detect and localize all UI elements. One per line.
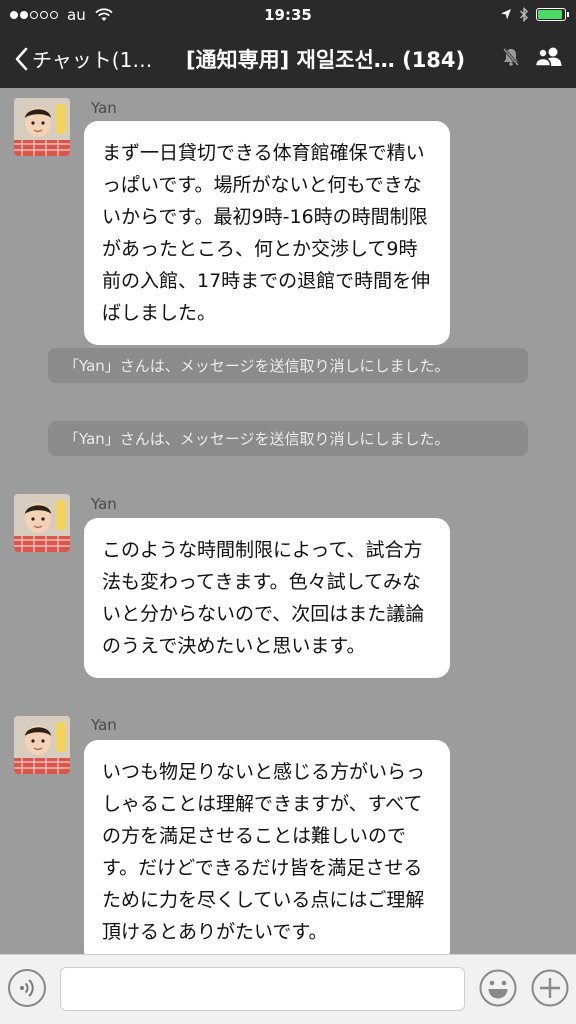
- battery-icon: [536, 8, 569, 21]
- message-bubble[interactable]: このような時間制限によって、試合方法も変わってきます。色々試してみないと分からな…: [84, 518, 450, 678]
- bluetooth-icon: [520, 7, 528, 22]
- group-members-icon[interactable]: [534, 46, 564, 68]
- message-bubble[interactable]: まず一日貸切できる体育館確保で精いっぱいです。場所がないと何もできないからです。…: [84, 121, 450, 345]
- system-notice: 「Yan」さんは、メッセージを送信取り消しにしました。: [48, 421, 528, 456]
- voice-input-button[interactable]: [8, 969, 46, 1007]
- sender-name: Yan: [91, 99, 117, 117]
- back-label: チャット(1…: [32, 48, 153, 72]
- bell-muted-icon[interactable]: [502, 47, 520, 67]
- sender-avatar[interactable]: [14, 98, 70, 156]
- message-bubble[interactable]: いつも物足りないと感じる方がいらっしゃることは理解できますが、すべての方を満足さ…: [84, 740, 450, 964]
- clock: 19:35: [264, 6, 312, 24]
- sender-avatar[interactable]: [14, 716, 70, 774]
- chevron-left-icon: [15, 47, 28, 70]
- status-bar: au 19:35: [0, 0, 576, 30]
- status-icons: [500, 7, 569, 22]
- sender-name: Yan: [91, 716, 117, 734]
- chat-title: [通知専用] 재일조선… (184): [186, 48, 466, 72]
- voice-icon: [20, 979, 34, 997]
- sender-name: Yan: [91, 495, 117, 513]
- message-input[interactable]: [60, 967, 465, 1011]
- back-button[interactable]: チャット(1…: [14, 44, 152, 73]
- smiley-icon[interactable]: [478, 968, 518, 1008]
- plus-icon[interactable]: [530, 968, 570, 1008]
- message-input-bar: [0, 954, 576, 1024]
- location-arrow-icon: [501, 9, 511, 20]
- sender-avatar[interactable]: [14, 494, 70, 552]
- chat-header: チャット(1… [通知専用] 재일조선… (184): [0, 30, 576, 88]
- system-notice: 「Yan」さんは、メッセージを送信取り消しにしました。: [48, 348, 528, 383]
